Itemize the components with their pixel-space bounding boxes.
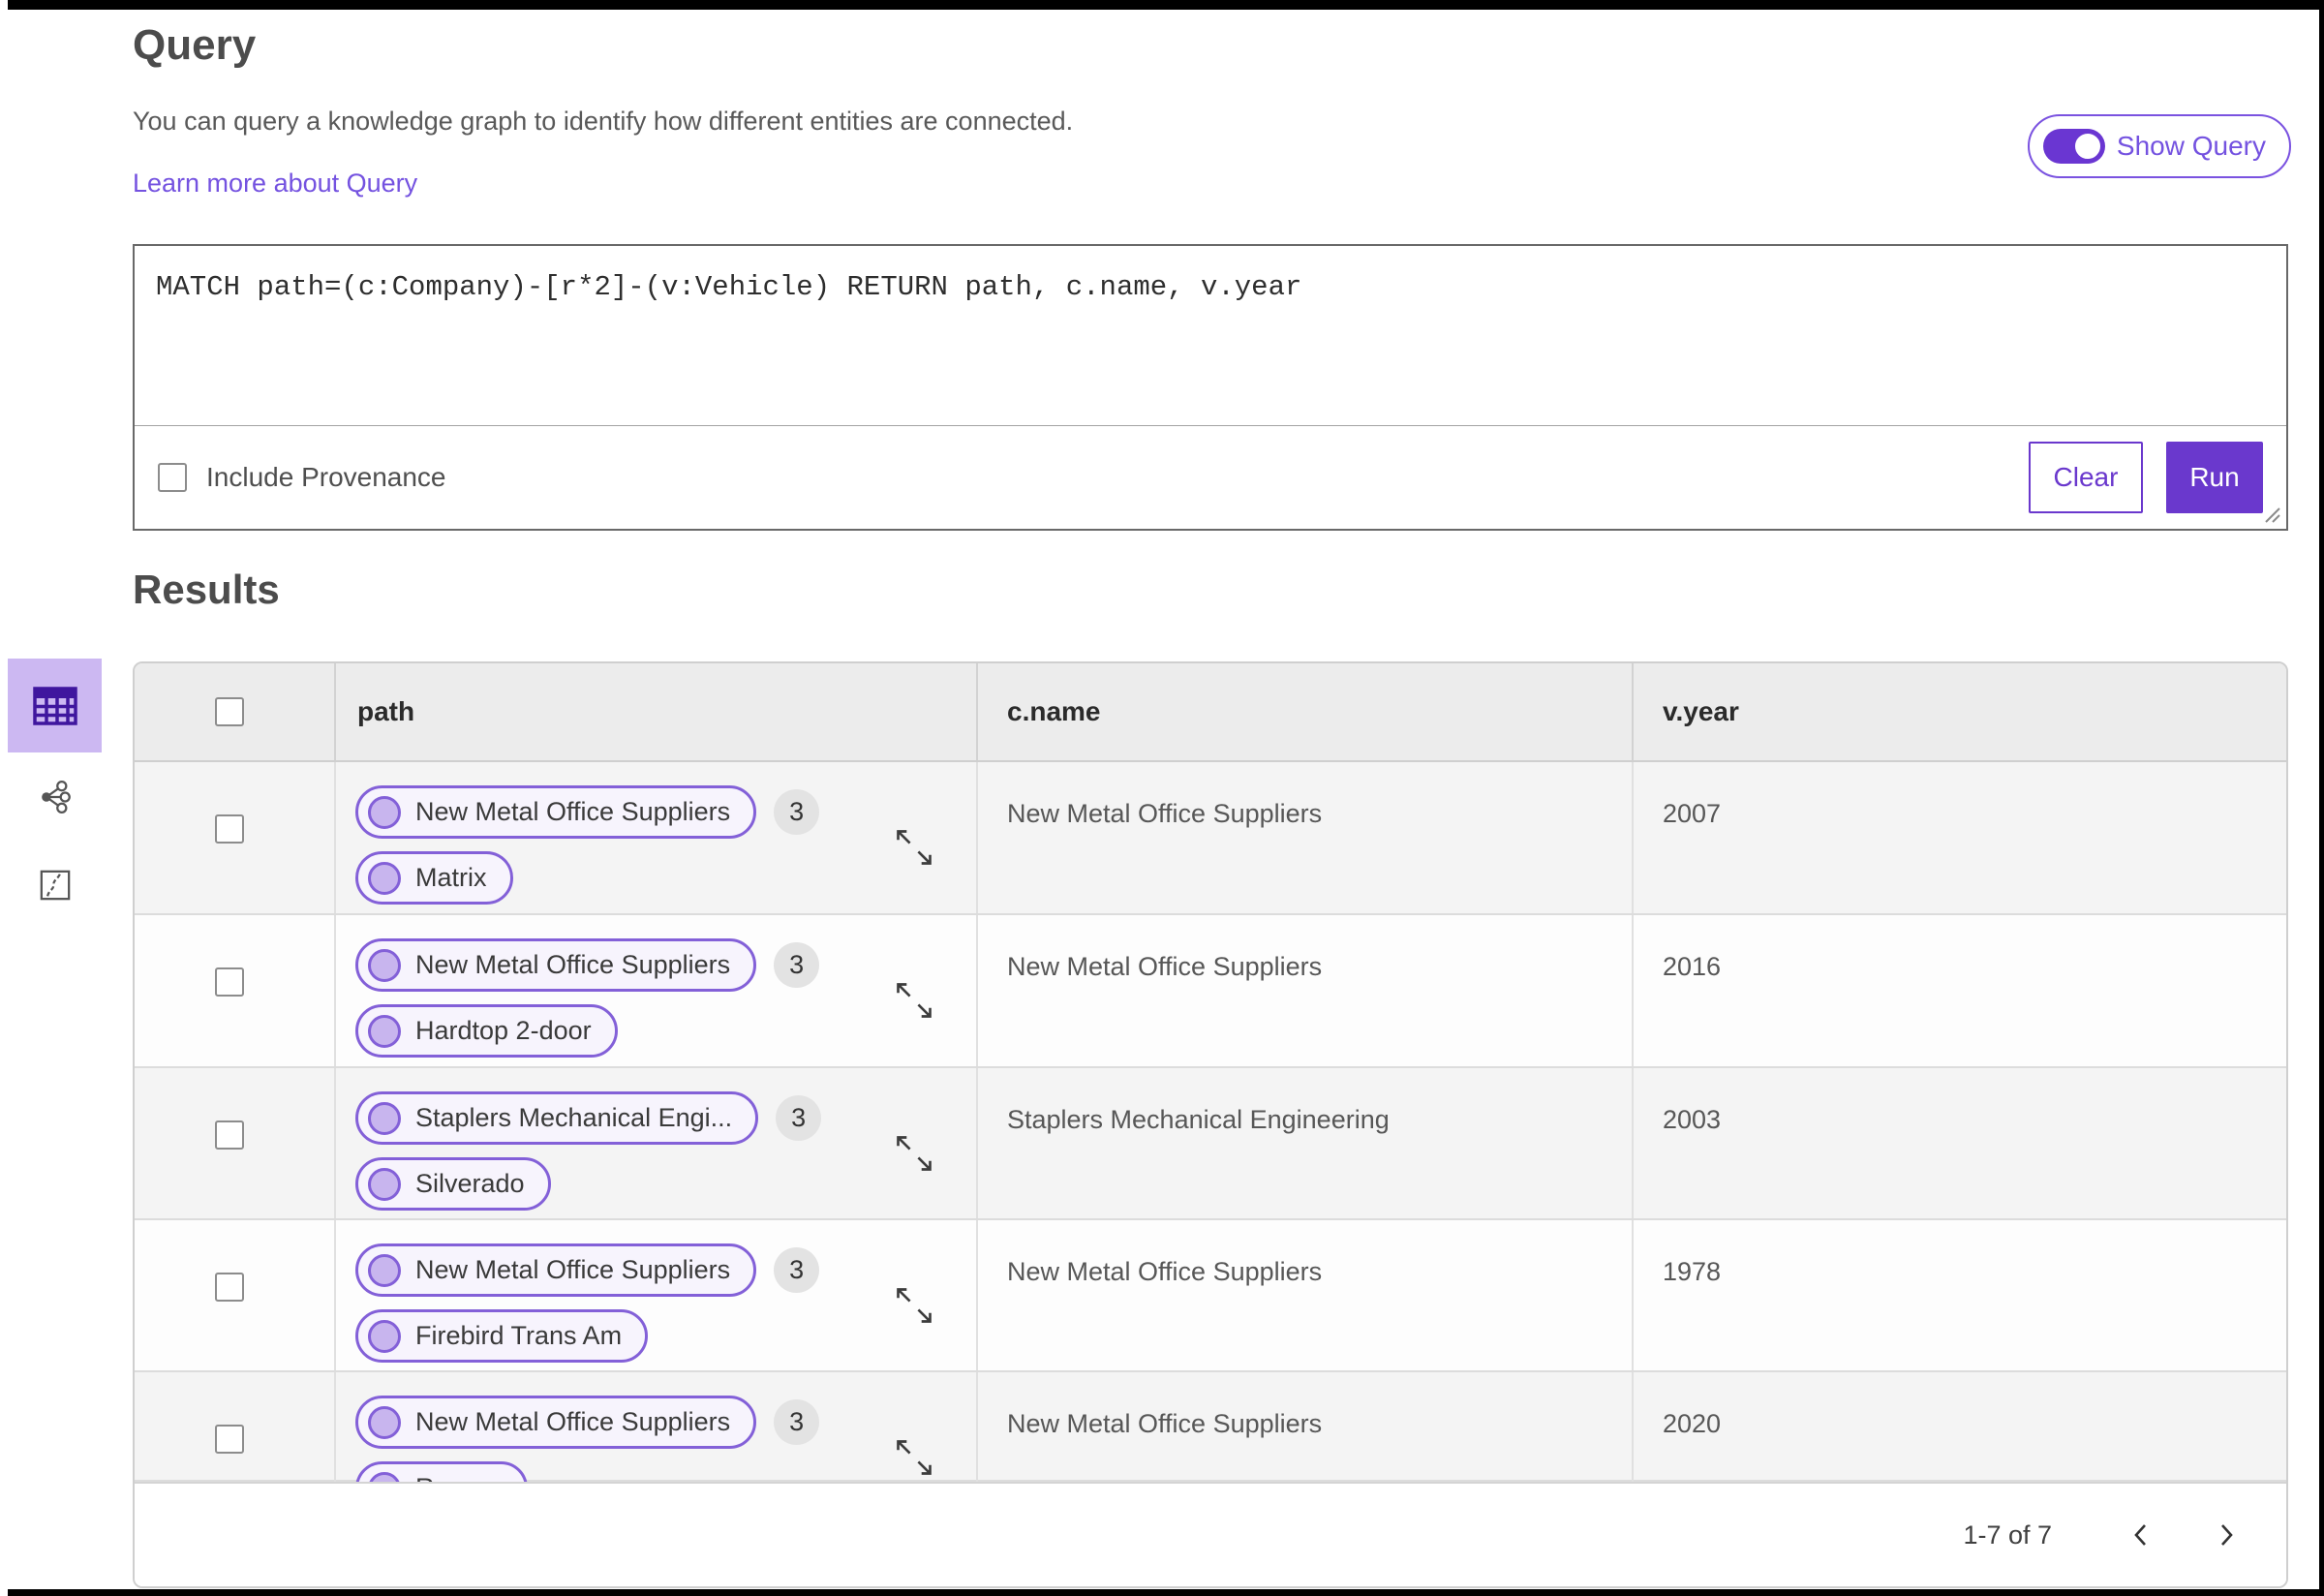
row-checkbox[interactable] — [215, 1120, 244, 1150]
node-circle-icon — [368, 1167, 401, 1201]
path-count-badge: 3 — [776, 1095, 822, 1141]
row-checkbox[interactable] — [215, 1273, 244, 1302]
query-editor[interactable]: MATCH path=(c:Company)-[r*2]-(v:Vehicle)… — [135, 246, 2286, 426]
entity-pill[interactable]: Staplers Mechanical Engi... — [355, 1091, 759, 1145]
pill-label: New Metal Office Suppliers — [415, 797, 731, 826]
cell-cname: New Metal Office Suppliers — [978, 1220, 1634, 1370]
table-header-row: path c.name v.year — [135, 663, 2286, 762]
pill-label: New Metal Office Suppliers — [415, 1407, 731, 1436]
entity-pill[interactable]: New Metal Office Suppliers — [355, 1243, 757, 1297]
graph-view-button[interactable] — [8, 770, 102, 824]
pill-label: Hardtop 2-door — [415, 1016, 592, 1045]
path-count-badge: 3 — [774, 1399, 820, 1445]
pill-label: New Metal Office Suppliers — [415, 950, 731, 979]
query-panel: MATCH path=(c:Company)-[r*2]-(v:Vehicle)… — [133, 244, 2288, 531]
chevron-right-icon — [2221, 1524, 2233, 1546]
node-circle-icon — [368, 1253, 401, 1287]
table-row: New Metal Office Suppliers 3 Firebird Tr… — [135, 1220, 2286, 1372]
learn-more-link[interactable]: Learn more about Query — [133, 169, 417, 199]
next-page-button[interactable] — [2207, 1516, 2246, 1554]
resize-grip-icon[interactable] — [2259, 502, 2282, 525]
cell-cname: New Metal Office Suppliers — [978, 915, 1634, 1066]
table-row: New Metal Office Suppliers 3 Ranger — [135, 1372, 2286, 1482]
column-header-cname: c.name — [978, 663, 1634, 760]
show-query-toggle[interactable]: Show Query — [2027, 114, 2291, 178]
pagination-label: 1-7 of 7 — [1963, 1519, 2052, 1550]
node-circle-icon — [368, 1014, 401, 1048]
query-footer: Include Provenance Clear Run — [135, 426, 2286, 529]
toggle-knob — [2071, 131, 2103, 162]
include-provenance-checkbox[interactable] — [158, 463, 187, 492]
graph-icon — [41, 781, 71, 813]
entity-pill[interactable]: New Metal Office Suppliers — [355, 938, 757, 992]
node-circle-icon — [368, 795, 401, 829]
path-count-badge: 3 — [774, 942, 820, 988]
node-circle-icon — [368, 1471, 401, 1482]
page-title: Query — [133, 21, 257, 69]
cell-vyear: 2007 — [1663, 799, 1722, 828]
entity-pill[interactable]: Hardtop 2-door — [355, 1004, 618, 1058]
chevron-left-icon — [2134, 1524, 2146, 1546]
table-row: New Metal Office Suppliers 3 Matrix New … — [135, 762, 2286, 915]
cell-cname: Staplers Mechanical Engineering — [978, 1068, 1634, 1218]
select-all-checkbox[interactable] — [215, 697, 244, 726]
path-count-badge: 3 — [774, 1247, 820, 1293]
entity-pill[interactable]: Ranger — [355, 1461, 528, 1482]
pill-label: New Metal Office Suppliers — [415, 1255, 731, 1284]
entity-pill[interactable]: Matrix — [355, 851, 513, 905]
expand-icon[interactable] — [893, 1284, 935, 1327]
table-view-button[interactable] — [8, 659, 102, 752]
map-icon — [40, 870, 70, 901]
results-title: Results — [133, 567, 280, 612]
expand-icon[interactable] — [893, 979, 935, 1022]
results-table: path c.name v.year New Metal Office Supp… — [133, 661, 2288, 1588]
row-checkbox[interactable] — [215, 967, 244, 997]
row-checkbox[interactable] — [215, 1425, 244, 1454]
table-icon — [32, 686, 77, 725]
show-query-label: Show Query — [2116, 131, 2266, 161]
table-row: New Metal Office Suppliers 3 Hardtop 2-d… — [135, 915, 2286, 1068]
clear-button[interactable]: Clear — [2029, 442, 2143, 513]
cell-cname: New Metal Office Suppliers — [978, 1372, 1634, 1482]
expand-icon[interactable] — [893, 826, 935, 869]
entity-pill[interactable]: New Metal Office Suppliers — [355, 785, 757, 839]
pill-label: Silverado — [415, 1169, 525, 1198]
pill-label: Matrix — [415, 863, 487, 892]
table-row: Staplers Mechanical Engi... 3 Silverado — [135, 1068, 2286, 1220]
table-body: New Metal Office Suppliers 3 Matrix New … — [135, 762, 2286, 1482]
run-button[interactable]: Run — [2166, 442, 2263, 513]
row-checkbox[interactable] — [215, 814, 244, 844]
cell-cname: New Metal Office Suppliers — [978, 762, 1634, 913]
node-circle-icon — [368, 861, 401, 895]
cell-vyear: 1978 — [1663, 1257, 1722, 1286]
node-circle-icon — [368, 1101, 401, 1135]
cell-vyear: 2020 — [1663, 1409, 1722, 1438]
map-view-button[interactable] — [8, 858, 102, 912]
column-header-vyear: v.year — [1663, 696, 1739, 726]
query-page: Query You can query a knowledge graph to… — [0, 0, 2324, 1596]
node-circle-icon — [368, 948, 401, 982]
page-description: You can query a knowledge graph to ident… — [133, 107, 1074, 136]
previous-page-button[interactable] — [2122, 1516, 2160, 1554]
include-provenance-label: Include Provenance — [206, 462, 446, 492]
node-circle-icon — [368, 1405, 401, 1439]
column-header-path: path — [336, 663, 978, 760]
expand-icon[interactable] — [893, 1436, 935, 1479]
entity-pill[interactable]: Firebird Trans Am — [355, 1309, 649, 1363]
screenshot-frame-bottom — [8, 1589, 2324, 1596]
entity-pill[interactable]: Silverado — [355, 1157, 551, 1211]
path-count-badge: 3 — [774, 789, 820, 835]
pagination-bar: 1-7 of 7 — [135, 1482, 2286, 1586]
screenshot-frame-right — [2319, 0, 2324, 1596]
pill-label: Staplers Mechanical Engi... — [415, 1103, 733, 1132]
entity-pill[interactable]: New Metal Office Suppliers — [355, 1396, 757, 1449]
cell-vyear: 2016 — [1663, 952, 1722, 981]
node-circle-icon — [368, 1319, 401, 1353]
screenshot-frame-top — [8, 0, 2324, 10]
expand-icon[interactable] — [893, 1132, 935, 1175]
pill-label: Firebird Trans Am — [415, 1321, 623, 1350]
cell-vyear: 2003 — [1663, 1105, 1722, 1134]
pill-label: Ranger — [415, 1473, 502, 1482]
toggle-switch-icon[interactable] — [2042, 129, 2105, 164]
